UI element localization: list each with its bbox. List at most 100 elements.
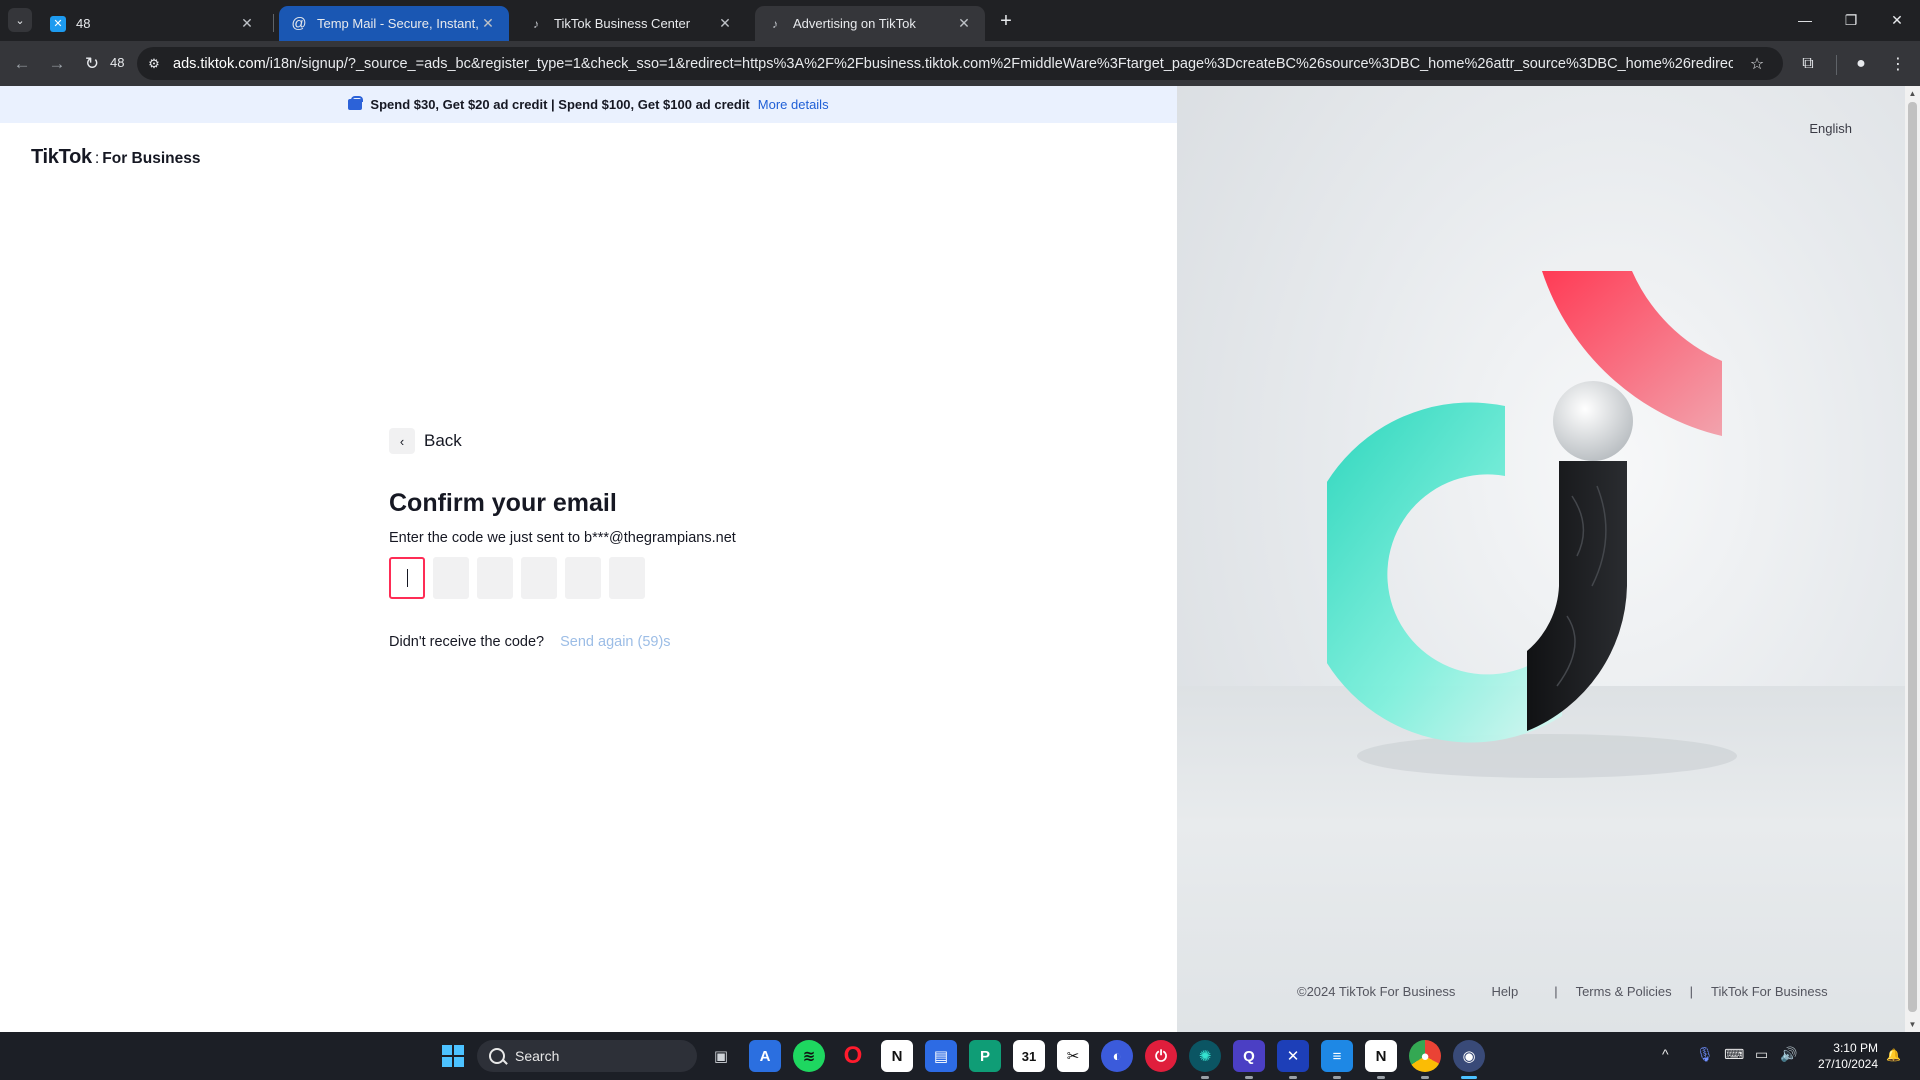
- menu-kebab-icon[interactable]: ⋮: [1884, 50, 1912, 78]
- new-tab-button[interactable]: +: [994, 9, 1018, 33]
- help-link[interactable]: Help: [1491, 984, 1518, 999]
- close-icon[interactable]: ✕: [238, 15, 256, 33]
- network-icon[interactable]: ▭: [1755, 1046, 1768, 1063]
- code-digit-input[interactable]: [389, 557, 425, 599]
- footer-divider: |: [1689, 984, 1694, 999]
- close-icon[interactable]: ✕: [479, 15, 497, 33]
- back-button[interactable]: ‹ Back: [389, 428, 462, 454]
- extensions-icon[interactable]: ⧉: [1794, 50, 1822, 78]
- running-indicator: [1245, 1076, 1253, 1079]
- scroll-thumb[interactable]: [1908, 102, 1917, 1012]
- close-icon[interactable]: ✕: [955, 15, 973, 33]
- opera-icon[interactable]: O: [837, 1040, 869, 1072]
- copyright-text: ©2024 TikTok For Business: [1297, 984, 1456, 999]
- spotify-icon[interactable]: ≋: [793, 1040, 825, 1072]
- code-digit-input[interactable]: [433, 557, 469, 599]
- tab-separator: [273, 14, 274, 32]
- capcut-icon[interactable]: ✂: [1057, 1040, 1089, 1072]
- taskbar-search-label: Search: [515, 1048, 560, 1064]
- url-text[interactable]: ads.tiktok.com/i18n/signup/?_source_=ads…: [173, 56, 1733, 72]
- files-app-icon[interactable]: ▤: [925, 1040, 957, 1072]
- language-selector[interactable]: English: [1809, 121, 1852, 136]
- browser-tab-bar: ⌄ ✕ 48 ✕ @ Temp Mail - Secure, Instant, …: [0, 0, 1920, 41]
- tab-title: 48: [76, 16, 91, 31]
- calendar-icon[interactable]: 31: [1013, 1040, 1045, 1072]
- chrome-icon[interactable]: ●: [1409, 1040, 1441, 1072]
- chevron-left-icon: ‹: [389, 428, 415, 454]
- url-path: /i18n/signup/?_source_=ads_bc&register_t…: [265, 55, 1733, 72]
- tiktok-for-business-link[interactable]: TikTok For Business: [1711, 984, 1828, 999]
- send-again-button[interactable]: Send again (59)s: [560, 634, 670, 650]
- restore-icon[interactable]: ❐: [1836, 6, 1866, 34]
- back-label: Back: [424, 431, 462, 450]
- logo-subtitle: For Business: [102, 150, 201, 167]
- search-app-icon[interactable]: Q: [1233, 1040, 1265, 1072]
- text-caret: [406, 569, 408, 587]
- system-clock[interactable]: 3:10 PM 27/10/2024: [1808, 1040, 1878, 1072]
- scroll-up-icon[interactable]: ▲: [1908, 89, 1917, 98]
- bookmark-star-icon[interactable]: ☆: [1743, 50, 1771, 78]
- tiktok-icon: ♪: [533, 16, 539, 31]
- logo-wordmark: TikTok: [31, 146, 92, 168]
- tab-advertising-on-tiktok[interactable]: ♪ Advertising on TikTok ✕: [755, 6, 985, 41]
- at-sign-icon: @: [291, 15, 307, 32]
- hero-footer: ©2024 TikTok For Business Help | Terms &…: [1297, 984, 1828, 999]
- page-viewport: Spend $30, Get $20 ad credit | Spend $10…: [0, 86, 1920, 1032]
- more-details-link[interactable]: More details: [758, 97, 829, 112]
- tab-title: Temp Mail - Secure, Instant, Fa: [317, 16, 479, 31]
- tab-temp-mail[interactable]: @ Temp Mail - Secure, Instant, Fa ✕: [279, 6, 509, 41]
- tiktok-for-business-logo[interactable]: TikTok : For Business: [31, 146, 200, 169]
- chatgpt-icon[interactable]: ✺: [1189, 1040, 1221, 1072]
- tab-tiktok-business-center[interactable]: ♪ TikTok Business Center ✕: [516, 6, 746, 41]
- firefox-icon[interactable]: ◐: [1101, 1040, 1133, 1072]
- search-icon: [489, 1048, 505, 1064]
- signup-panel: Spend $30, Get $20 ad credit | Spend $10…: [0, 86, 1177, 1032]
- chevron-up-icon[interactable]: ^: [1662, 1046, 1669, 1062]
- tab-x[interactable]: ✕ 48 ✕: [38, 6, 268, 41]
- profile-app-icon[interactable]: ◉: [1453, 1040, 1485, 1072]
- code-instructions: Enter the code we just sent to b***@theg…: [389, 530, 736, 546]
- toolbar-divider: [1836, 55, 1837, 75]
- scroll-down-icon[interactable]: ▼: [1908, 1020, 1917, 1029]
- windows-start-icon[interactable]: [437, 1040, 469, 1072]
- notepad-icon[interactable]: ≡: [1321, 1040, 1353, 1072]
- extension-counter: 48: [110, 55, 125, 70]
- window-close-icon[interactable]: ✕: [1882, 6, 1912, 34]
- scrollbar[interactable]: ▲ ▼: [1905, 86, 1920, 1032]
- tiktok-logo-sculpture: [1327, 271, 1737, 778]
- code-digit-input[interactable]: [477, 557, 513, 599]
- notification-bell-icon[interactable]: 🔔: [1886, 1048, 1901, 1062]
- footer-divider: |: [1554, 984, 1558, 999]
- taskbar-search[interactable]: Search: [477, 1040, 697, 1072]
- windows-taskbar: Search ▣ A ≋ O N ▤ P 31 ✂ ◐ ⏻ ✺ Q ✕ ≡ N …: [0, 1032, 1920, 1080]
- address-bar[interactable]: ⚙ ads.tiktok.com/i18n/signup/?_source_=a…: [137, 47, 1783, 80]
- power-app-icon[interactable]: ⏻: [1145, 1040, 1177, 1072]
- notion-icon[interactable]: N: [1365, 1040, 1397, 1072]
- site-settings-icon[interactable]: ⚙: [143, 53, 165, 75]
- tab-search-chevron-icon[interactable]: ⌄: [8, 8, 32, 32]
- task-view-icon[interactable]: ▣: [705, 1040, 737, 1072]
- reload-icon[interactable]: ↻: [78, 50, 106, 78]
- x-logo-icon[interactable]: ✕: [1277, 1040, 1309, 1072]
- profile-icon[interactable]: ●: [1847, 50, 1875, 78]
- microphone-icon[interactable]: 🎙: [1696, 1046, 1714, 1063]
- app-store-icon[interactable]: A: [749, 1040, 781, 1072]
- page-title: Confirm your email: [389, 489, 617, 517]
- code-digit-input[interactable]: [521, 557, 557, 599]
- terms-link[interactable]: Terms & Policies: [1576, 984, 1672, 999]
- minimize-icon[interactable]: —: [1790, 6, 1820, 34]
- running-indicator: [1333, 1076, 1341, 1079]
- back-arrow-icon[interactable]: ←: [8, 50, 36, 78]
- forward-arrow-icon[interactable]: →: [43, 50, 71, 78]
- running-indicator: [1201, 1076, 1209, 1079]
- active-app-indicator: [1461, 1076, 1477, 1079]
- code-digit-input[interactable]: [565, 557, 601, 599]
- keyboard-icon[interactable]: ⌨: [1724, 1046, 1744, 1063]
- close-icon[interactable]: ✕: [716, 15, 734, 33]
- pycharm-style-app-icon[interactable]: P: [969, 1040, 1001, 1072]
- clock-time: 3:10 PM: [1833, 1041, 1878, 1055]
- volume-icon[interactable]: 🔊: [1780, 1046, 1797, 1063]
- notion-icon[interactable]: N: [881, 1040, 913, 1072]
- x-logo-icon: ✕: [50, 15, 66, 32]
- code-digit-input[interactable]: [609, 557, 645, 599]
